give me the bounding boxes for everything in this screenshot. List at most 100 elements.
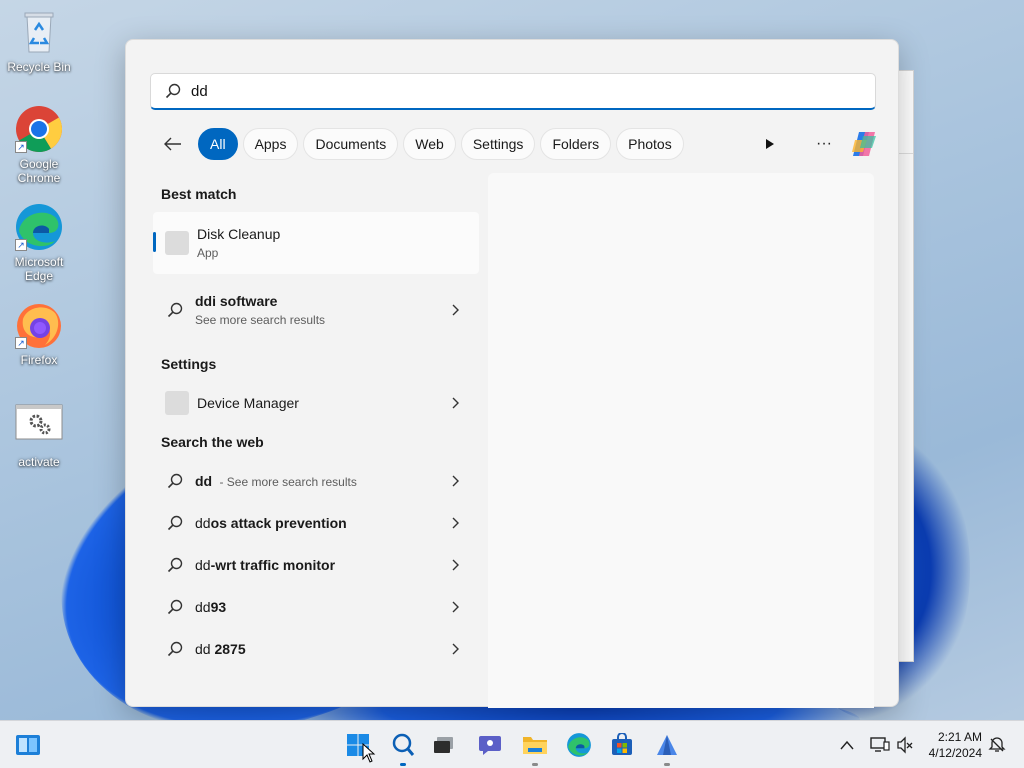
result-name: Disk Cleanup bbox=[197, 226, 281, 242]
filter-web[interactable]: Web bbox=[403, 128, 456, 160]
filter-bar: All Apps Documents Web Settings Folders … bbox=[150, 127, 880, 161]
search-box[interactable] bbox=[150, 73, 876, 110]
chevron-right-icon bbox=[452, 643, 459, 655]
firefox-icon: ↗ bbox=[15, 301, 63, 349]
teams-chat-icon bbox=[479, 736, 501, 755]
search-icon bbox=[167, 302, 183, 318]
chevron-right-icon bbox=[452, 559, 459, 571]
desktop-icon-chrome[interactable]: ↗ Google Chrome bbox=[1, 105, 77, 185]
search-icon bbox=[167, 599, 183, 615]
suggestion-text: 2875 bbox=[210, 641, 246, 657]
copilot-button[interactable] bbox=[848, 128, 880, 160]
chevron-right-icon bbox=[452, 601, 459, 613]
chevron-right-icon bbox=[452, 304, 459, 316]
search-input[interactable] bbox=[191, 82, 841, 100]
settings-item-device-manager[interactable]: Device Manager bbox=[153, 382, 479, 424]
web-result-item[interactable]: ddos attack prevention bbox=[153, 502, 479, 544]
store-button[interactable] bbox=[606, 729, 638, 761]
widgets-icon bbox=[16, 735, 40, 755]
query-text: dd bbox=[195, 641, 211, 657]
network-icon[interactable] bbox=[870, 736, 890, 754]
clock[interactable]: 2:21 AM 4/12/2024 bbox=[929, 729, 982, 761]
query-text: dd bbox=[195, 557, 211, 573]
best-match-heading: Best match bbox=[161, 186, 237, 202]
search-icon bbox=[165, 83, 181, 99]
system-tray bbox=[840, 721, 914, 768]
desktop-icon-label: activate bbox=[18, 455, 60, 469]
search-icon bbox=[167, 557, 183, 573]
suggestion-text: 93 bbox=[210, 599, 227, 615]
desktop-icon-recycle-bin[interactable]: Recycle Bin bbox=[1, 8, 77, 74]
query-text: dd bbox=[195, 599, 211, 615]
notifications-button[interactable] bbox=[986, 729, 1008, 761]
web-heading: Search the web bbox=[161, 434, 264, 450]
widgets-button[interactable] bbox=[12, 729, 44, 761]
copilot-icon bbox=[852, 132, 876, 156]
search-icon bbox=[167, 473, 183, 489]
result-subtitle: - See more search results bbox=[216, 475, 357, 489]
disk-cleanup-icon bbox=[165, 231, 189, 255]
file-explorer-icon bbox=[523, 737, 547, 754]
filter-settings[interactable]: Settings bbox=[460, 128, 536, 160]
filter-documents[interactable]: Documents bbox=[303, 128, 399, 160]
more-results-item[interactable]: ddi software See more search results bbox=[153, 274, 479, 346]
desktop-icon-firefox[interactable]: ↗ Firefox bbox=[1, 301, 77, 367]
back-arrow-icon bbox=[164, 137, 181, 151]
filter-folders[interactable]: Folders bbox=[540, 128, 612, 160]
suggestion-text: i software bbox=[212, 293, 278, 309]
taskbar: 2:21 AM 4/12/2024 bbox=[0, 720, 1024, 768]
store-icon bbox=[612, 733, 632, 755]
recycle-bin-icon bbox=[15, 8, 63, 56]
time-text: 2:21 AM bbox=[937, 730, 982, 744]
more-filters-button[interactable] bbox=[754, 128, 786, 160]
ellipsis-icon: ··· bbox=[816, 135, 832, 152]
desktop-icon-edge[interactable]: ↗ Microsoft Edge bbox=[1, 203, 77, 283]
settings-heading: Settings bbox=[161, 356, 217, 372]
filter-apps[interactable]: Apps bbox=[242, 128, 299, 160]
search-button[interactable] bbox=[387, 729, 419, 766]
volume-muted-icon[interactable] bbox=[896, 736, 914, 754]
result-type: App bbox=[197, 246, 219, 260]
suggestion-text: os attack prevention bbox=[210, 515, 347, 531]
more-options-button[interactable]: ··· bbox=[808, 128, 840, 160]
chevron-right-icon bbox=[452, 397, 459, 409]
chevron-right-icon bbox=[452, 475, 459, 487]
task-view-button[interactable] bbox=[428, 729, 460, 761]
chevron-up-icon[interactable] bbox=[840, 740, 854, 750]
edge-taskbar-button[interactable] bbox=[563, 729, 595, 761]
result-name: Device Manager bbox=[197, 395, 299, 411]
date-text: 4/12/2024 bbox=[928, 746, 982, 760]
filter-all[interactable]: All bbox=[198, 128, 238, 160]
search-icon bbox=[392, 733, 415, 756]
desktop-icon-label: Recycle Bin bbox=[7, 60, 71, 74]
mouse-cursor-icon bbox=[362, 743, 376, 763]
filter-photos[interactable]: Photos bbox=[616, 128, 684, 160]
file-explorer-button[interactable] bbox=[519, 729, 551, 766]
results-list: Best match Disk Cleanup App ddi software… bbox=[153, 176, 479, 670]
app-button[interactable] bbox=[651, 729, 683, 766]
desktop-icon-activate[interactable]: activate bbox=[1, 403, 77, 469]
web-result-item[interactable]: dd93 bbox=[153, 586, 479, 628]
preview-pane bbox=[488, 173, 874, 708]
chat-button[interactable] bbox=[474, 729, 506, 761]
play-icon bbox=[766, 139, 774, 149]
app-icon bbox=[657, 735, 677, 755]
web-result-item[interactable]: dd-wrt traffic monitor bbox=[153, 544, 479, 586]
result-subtitle: See more search results bbox=[195, 313, 326, 327]
desktop-icon-label: Microsoft Edge bbox=[14, 255, 64, 283]
edge-icon bbox=[567, 733, 591, 757]
chrome-icon: ↗ bbox=[15, 105, 63, 153]
notification-bell-icon bbox=[988, 737, 1006, 752]
desktop-icon-label: Firefox bbox=[20, 353, 58, 367]
desktop-icon-label: Google Chrome bbox=[17, 157, 61, 185]
best-match-item[interactable]: Disk Cleanup App bbox=[153, 212, 479, 274]
chevron-right-icon bbox=[452, 517, 459, 529]
settings-file-icon bbox=[15, 403, 63, 451]
task-view-icon bbox=[434, 737, 453, 753]
edge-icon: ↗ bbox=[15, 203, 63, 251]
back-button[interactable] bbox=[158, 129, 188, 159]
web-result-item[interactable]: dd - See more search results bbox=[153, 460, 479, 502]
web-result-item[interactable]: dd 2875 bbox=[153, 628, 479, 670]
query-bold: dd bbox=[195, 473, 213, 489]
search-icon bbox=[167, 641, 183, 657]
